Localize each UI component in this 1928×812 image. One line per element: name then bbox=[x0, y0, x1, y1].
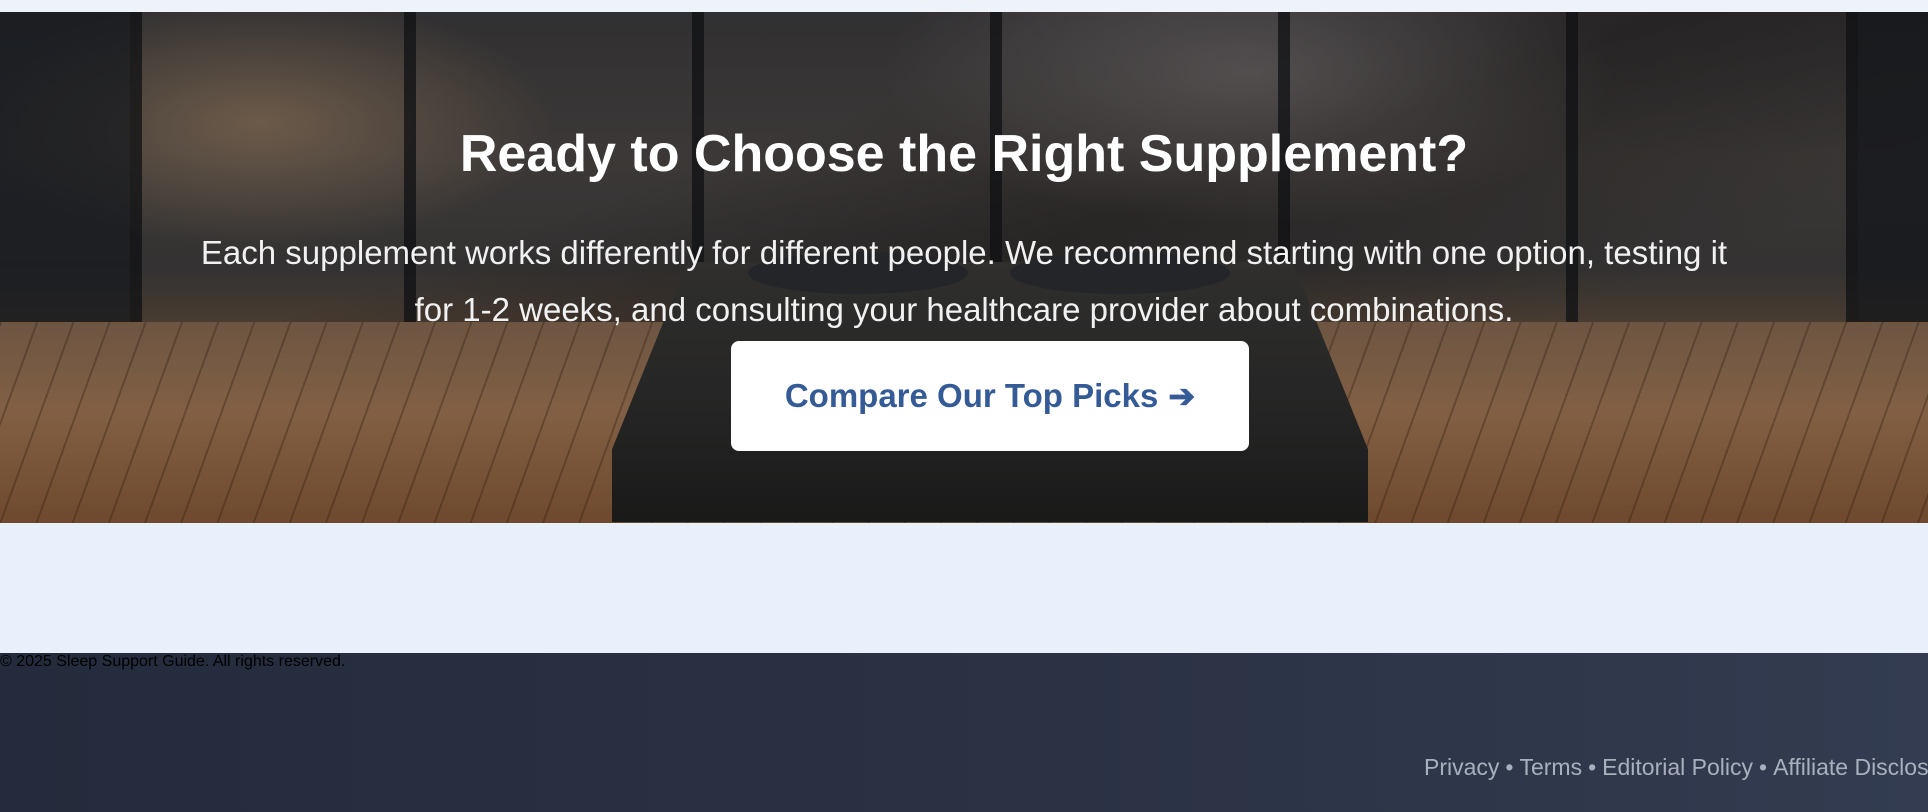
footer-copyright: © 2025 Sleep Support Guide. All rights r… bbox=[0, 653, 346, 670]
footer-link-affiliate-disclosure[interactable]: Affiliate Disclosure bbox=[1773, 754, 1928, 780]
compare-top-picks-button[interactable]: Compare Our Top Picks ➔ bbox=[731, 341, 1249, 451]
hero-title: Ready to Choose the Right Supplement? bbox=[459, 125, 1469, 183]
footer-separator: • bbox=[1759, 754, 1768, 780]
hero-subtitle: Each supplement works differently for di… bbox=[200, 234, 1728, 328]
cta-label: Compare Our Top Picks bbox=[784, 377, 1159, 414]
footer-separator: • bbox=[1588, 754, 1597, 780]
footer-link-terms[interactable]: Terms bbox=[1519, 754, 1582, 780]
footer-separator: • bbox=[1505, 754, 1514, 780]
footer-link-editorial-policy[interactable]: Editorial Policy bbox=[1602, 754, 1753, 780]
site-footer bbox=[0, 653, 1928, 812]
section-spacer bbox=[0, 523, 1928, 653]
arrow-right-icon: ➔ bbox=[1168, 378, 1196, 414]
footer-link-privacy[interactable]: Privacy bbox=[1424, 754, 1499, 780]
footer-links: Privacy • Terms • Editorial Policy • Affiliate… bbox=[1424, 752, 1928, 782]
